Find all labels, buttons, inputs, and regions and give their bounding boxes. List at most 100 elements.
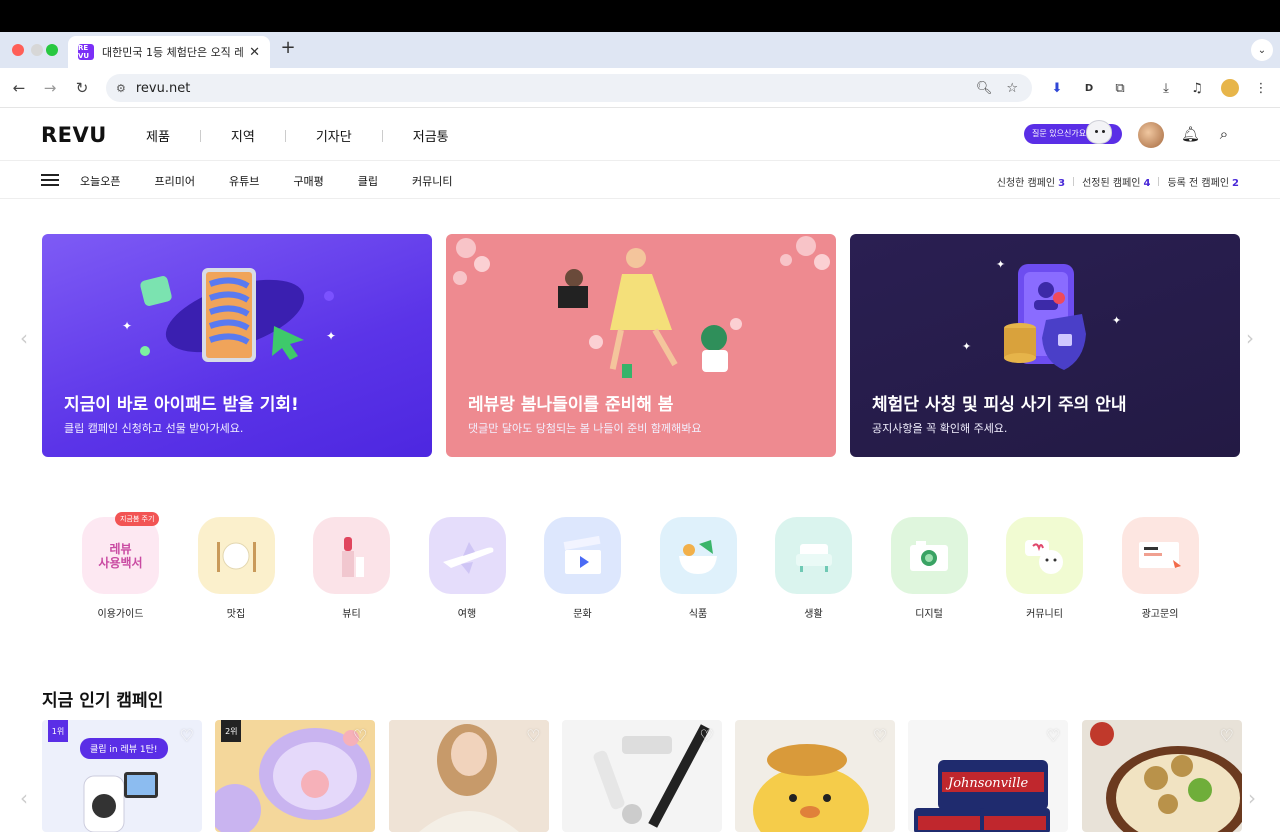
campaign-pill: 클립 in 레뷰 1탄! bbox=[80, 738, 168, 759]
carousel-prev-icon[interactable]: ‹ bbox=[20, 326, 28, 350]
banner-ipad-event[interactable]: ✦ ✦ 지금이 바로 아이패드 받을 기회! 클립 캠페인 신청하고 선물 받아… bbox=[42, 234, 432, 457]
category-travel[interactable]: 여행 bbox=[428, 517, 506, 620]
business-card-icon bbox=[1121, 517, 1199, 594]
category-guide[interactable]: 지금봄 주기 레뷰 사용백서 이용가이드 bbox=[82, 512, 160, 620]
svg-text:✦: ✦ bbox=[122, 319, 132, 333]
campaign-card[interactable]: 1위 클립 in 레뷰 1탄! ♡ bbox=[42, 720, 202, 832]
maximize-window-button[interactable] bbox=[46, 44, 58, 56]
svg-text:✦: ✦ bbox=[1112, 314, 1121, 327]
bookmark-star-icon[interactable]: ☆ bbox=[1006, 81, 1018, 96]
guide-tile-text: 레뷰 사용백서 bbox=[98, 541, 143, 570]
stat-selected[interactable]: 선정된 캠페인 4 bbox=[1082, 174, 1150, 189]
extensions-puzzle-icon[interactable]: ⧉ bbox=[1111, 79, 1129, 97]
zoom-icon[interactable]: 🔍︎ bbox=[976, 81, 993, 96]
category-culture[interactable]: 문화 bbox=[544, 517, 621, 620]
lipstick-icon bbox=[313, 517, 390, 594]
dark-reader-extension-icon[interactable]: D bbox=[1080, 79, 1098, 97]
banner-phishing-notice[interactable]: ✦ ✦ ✦ 체험단 사칭 및 피싱 사기 주의 안내 공지사항을 꼭 확인해 주… bbox=[850, 234, 1240, 457]
os-menu-bar bbox=[0, 0, 1280, 32]
revu-favicon-icon: RE VU bbox=[78, 44, 94, 60]
category-restaurant[interactable]: 맛집 bbox=[197, 517, 275, 620]
carousel-next-icon[interactable]: › bbox=[1246, 326, 1254, 350]
nav-piggybank[interactable]: 저금통 bbox=[413, 126, 449, 145]
category-label: 식품 bbox=[688, 609, 708, 620]
campaign-card[interactable]: ♡ bbox=[561, 720, 722, 832]
sub-nav-list: 오늘오픈 프리미어 유튜브 구매평 클립 커뮤니티 bbox=[80, 173, 486, 189]
svg-text:Johnsonville: Johnsonville bbox=[945, 776, 1028, 791]
subnav-premier[interactable]: 프리미어 bbox=[154, 173, 194, 189]
search-icon[interactable]: ⌕ bbox=[1215, 125, 1233, 143]
banner-title: 레뷰랑 봄나들이를 준비해 봄 bbox=[468, 395, 674, 415]
favorite-heart-icon[interactable]: ♡ bbox=[353, 726, 367, 745]
favorite-heart-icon[interactable]: ♡ bbox=[700, 726, 714, 745]
main-nav: 제품 지역 기자단 저금통 bbox=[146, 126, 449, 145]
subnav-purchase-review[interactable]: 구매평 bbox=[293, 173, 323, 189]
back-arrow-icon[interactable]: ← bbox=[9, 78, 29, 98]
category-community[interactable]: 커뮤니티 bbox=[1006, 517, 1083, 620]
favorite-heart-icon[interactable]: ♡ bbox=[1046, 726, 1060, 745]
category-label: 문화 bbox=[573, 609, 592, 620]
download-extension-icon[interactable]: ⬇ bbox=[1048, 79, 1066, 97]
category-food[interactable]: 식품 bbox=[659, 517, 737, 620]
hamburger-menu-icon[interactable] bbox=[41, 174, 59, 186]
favorite-heart-icon[interactable]: ♡ bbox=[873, 726, 887, 745]
close-window-button[interactable] bbox=[12, 44, 24, 56]
campaign-card[interactable]: 3위 ♡ bbox=[388, 720, 549, 832]
favorite-heart-icon[interactable]: ♡ bbox=[180, 726, 194, 745]
profile-avatar-icon[interactable] bbox=[1221, 79, 1239, 97]
minimize-window-button[interactable] bbox=[31, 44, 43, 56]
stat-applied[interactable]: 신청한 캠페인 3 bbox=[997, 174, 1065, 189]
revu-logo[interactable]: REVU bbox=[41, 123, 107, 147]
url-text[interactable]: revu.net bbox=[136, 81, 976, 96]
campaign-card[interactable]: ♡ bbox=[735, 720, 896, 832]
mascot-icon[interactable] bbox=[1086, 120, 1112, 144]
sub-nav: 오늘오픈 프리미어 유튜브 구매평 클립 커뮤니티 신청한 캠페인 3 선정된 캠… bbox=[0, 161, 1280, 199]
category-ad-inquiry[interactable]: 광고문의 bbox=[1121, 517, 1199, 620]
banner-subtitle: 공지사항을 꼭 확인해 주세요. bbox=[872, 422, 1008, 435]
action-camera-image bbox=[83, 772, 158, 832]
popular-campaign-list: 1위 클립 in 레뷰 1탄! ♡ 2위 ♡ 3위 ♡ ♡ ♡ Johnsonv… bbox=[42, 720, 1255, 832]
banner-spring-event[interactable]: 레뷰랑 봄나들이를 준비해 봄 댓글만 달아도 당첨되는 봄 나들이 준비 함께… bbox=[446, 234, 836, 457]
campaign-card[interactable]: 2위 ♡ bbox=[215, 720, 376, 832]
media-control-icon[interactable]: ♫ bbox=[1188, 79, 1206, 97]
forward-arrow-icon[interactable]: → bbox=[40, 78, 60, 98]
favorite-heart-icon[interactable]: ♡ bbox=[1219, 726, 1233, 745]
subnav-today-open[interactable]: 오늘오픈 bbox=[80, 173, 120, 189]
browser-tab-strip: RE VU 대한민국 1등 체험단은 오직 레뷰 ✕ bbox=[0, 32, 1280, 68]
banner-subtitle: 댓글만 달아도 당첨되는 봄 나들이 준비 함께해봐요 bbox=[468, 422, 702, 435]
notification-bell-icon[interactable]: 🔔︎ bbox=[1181, 125, 1200, 143]
nav-reporter[interactable]: 기자단 bbox=[316, 126, 352, 145]
plush-toy-image bbox=[753, 744, 870, 832]
reload-icon[interactable]: ↻ bbox=[72, 78, 92, 98]
rank-badge: 1위 bbox=[48, 720, 68, 742]
banner-title: 체험단 사칭 및 피싱 사기 주의 안내 bbox=[872, 395, 1127, 415]
new-tab-button[interactable]: + bbox=[280, 38, 296, 58]
tab-search-chevron-icon[interactable]: ⌄ bbox=[1251, 39, 1273, 61]
close-tab-icon[interactable]: ✕ bbox=[249, 45, 260, 60]
nav-product[interactable]: 제품 bbox=[146, 126, 170, 145]
subnav-clip[interactable]: 클립 bbox=[358, 173, 378, 189]
stat-pending[interactable]: 등록 전 캠페인 2 bbox=[1167, 174, 1239, 189]
user-avatar[interactable] bbox=[1138, 122, 1164, 148]
browser-tab-active[interactable]: RE VU 대한민국 1등 체험단은 오직 레뷰 ✕ bbox=[68, 36, 270, 68]
downloads-icon[interactable]: ⤓ bbox=[1157, 79, 1175, 97]
banner-subtitle: 클립 캠페인 신청하고 선물 받아가세요. bbox=[64, 422, 244, 435]
campaign-card[interactable]: Johnsonville ♡ bbox=[908, 720, 1069, 832]
kebab-menu-icon[interactable]: ⋮ bbox=[1252, 79, 1270, 97]
nav-region[interactable]: 지역 bbox=[231, 126, 255, 145]
nav-divider bbox=[199, 129, 201, 142]
category-living[interactable]: 생활 bbox=[775, 517, 852, 620]
subnav-youtube[interactable]: 유튜브 bbox=[229, 173, 259, 189]
security-phone-illustration: ✦ ✦ ✦ bbox=[962, 258, 1121, 370]
category-beauty[interactable]: 뷰티 bbox=[313, 517, 390, 620]
category-digital[interactable]: 디지털 bbox=[890, 517, 968, 620]
address-bar[interactable]: ⚙ revu.net 🔍︎ ☆ bbox=[106, 74, 1032, 102]
favorite-heart-icon[interactable]: ♡ bbox=[526, 726, 540, 745]
subnav-community[interactable]: 커뮤니티 bbox=[412, 173, 452, 189]
site-info-icon[interactable]: ⚙ bbox=[116, 82, 126, 95]
campaign-card[interactable]: ♡ bbox=[1081, 720, 1242, 832]
category-label: 생활 bbox=[804, 609, 823, 620]
popular-prev-icon[interactable]: ‹ bbox=[20, 786, 28, 810]
gimbal-image bbox=[593, 724, 710, 828]
category-label: 뷰티 bbox=[342, 609, 361, 620]
